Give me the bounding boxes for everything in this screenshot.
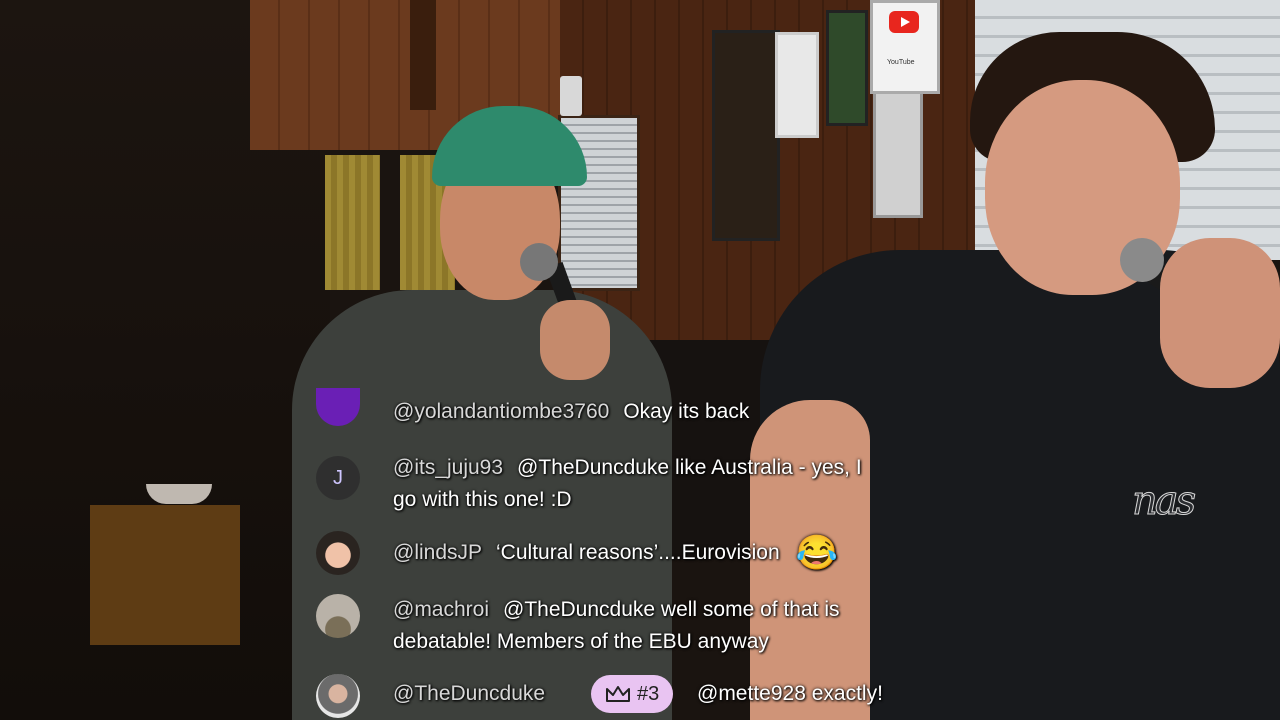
mirror xyxy=(712,30,780,241)
wooden-desk xyxy=(90,505,240,645)
lamp xyxy=(560,76,582,116)
youtube-logo-icon xyxy=(889,11,919,33)
framed-picture xyxy=(826,10,868,126)
silver-plaque xyxy=(873,78,923,218)
video-frame: YouTube nas xyxy=(0,0,1280,720)
right-person-arm xyxy=(750,400,870,720)
ceiling-beam xyxy=(410,0,436,110)
youtube-plaque: YouTube xyxy=(870,0,940,94)
paper-note xyxy=(775,32,819,138)
curtain-left xyxy=(325,155,380,290)
bowl xyxy=(146,484,212,504)
right-person-hand xyxy=(1160,238,1280,388)
left-person-hand xyxy=(540,300,610,380)
shirt-logo: nas xyxy=(1131,478,1196,525)
right-microphone-icon xyxy=(1120,238,1164,282)
plaque-text: YouTube xyxy=(887,59,915,66)
left-person-shirt xyxy=(292,290,672,720)
left-microphone-icon xyxy=(520,243,558,281)
